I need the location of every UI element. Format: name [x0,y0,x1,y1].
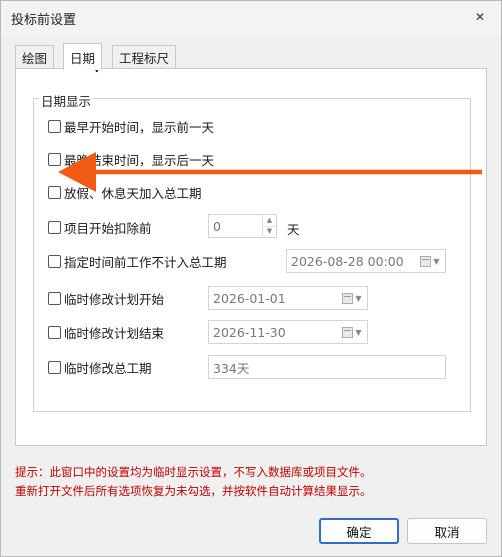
tab-label: 工程标尺 [119,51,170,66]
date-display-group: 日期显示 最早开始时间，显示前一天 最晚结束时间，显示后一天 放假、休息天加入总… [33,91,471,412]
date-dropdown[interactable]: ▼ [337,321,367,343]
plan-start-picker[interactable]: 2026-01-01 ▼ [208,286,368,310]
total-duration-value: 334天 [213,360,250,376]
option-label: 项目开始扣除前 [64,220,152,236]
option-earliest-start[interactable]: 最早开始时间，显示前一天 [48,115,214,137]
close-button[interactable]: ✕ [465,5,495,29]
ok-button[interactable]: 确定 [319,518,399,544]
settings-dialog: 投标前设置 ✕ 绘图 日期 工程标尺 日期显示 最早开始时间，显示前一天 最晚结… [0,0,502,557]
option-label: 临时修改计划开始 [64,291,165,307]
option-deduct-before-start[interactable]: 项目开始扣除前 [48,216,152,238]
option-exclude-before-date[interactable]: 指定时间前工作不计入总工期 [48,250,227,272]
cutoff-datetime-picker[interactable]: 2026-08-28 00:00 ▼ [286,249,446,273]
group-title: 日期显示 [39,91,94,110]
tab-date[interactable]: 日期 [63,43,103,70]
deduct-days-value: 0 [213,218,221,234]
calendar-icon [420,255,432,267]
option-label: 指定时间前工作不计入总工期 [64,254,227,270]
cancel-button[interactable]: 取消 [407,518,487,544]
cancel-label: 取消 [434,524,460,540]
date-dropdown[interactable]: ▼ [337,287,367,309]
hint-line-1: 提示：此窗口中的设置均为临时显示设置，不写入数据库或项目文件。 [15,465,372,479]
option-holiday-in-duration[interactable]: 放假、休息天加入总工期 [48,181,202,203]
checkbox[interactable] [48,220,61,234]
chevron-down-icon: ▼ [433,256,440,266]
tab-panel-date: 日期显示 最早开始时间，显示前一天 最晚结束时间，显示后一天 放假、休息天加入总… [15,68,487,446]
stepper-down-icon[interactable]: ▼ [263,227,276,238]
option-temp-plan-start[interactable]: 临时修改计划开始 [48,287,164,309]
total-duration-field[interactable]: 334天 [208,355,446,379]
checkbox[interactable] [48,360,61,374]
deduct-days-stepper[interactable]: 0 ▲ ▼ [208,214,277,238]
option-label: 临时修改总工期 [64,360,152,376]
option-label: 最早开始时间，显示前一天 [64,119,215,135]
option-label: 最晚结束时间，显示后一天 [64,152,215,168]
cutoff-datetime-value: 2026-08-28 00:00 [291,253,404,269]
plan-end-picker[interactable]: 2026-11-30 ▼ [208,320,368,344]
checkbox[interactable] [48,119,61,133]
hint-line-2: 重新打开文件后所有选项恢复为未勾选，并按软件自动计算结果显示。 [15,484,372,498]
option-temp-total-duration[interactable]: 临时修改总工期 [48,356,152,378]
stepper-up-icon[interactable]: ▲ [263,215,276,227]
close-icon: ✕ [474,10,486,24]
option-label: 放假、休息天加入总工期 [64,185,202,201]
calendar-icon [342,292,354,304]
tab-drawing[interactable]: 绘图 [15,45,55,69]
dialog-title: 投标前设置 [11,13,77,28]
checkbox[interactable] [48,254,61,268]
plan-end-value: 2026-11-30 [213,324,286,340]
tab-label: 绘图 [22,51,48,66]
ok-label: 确定 [346,524,372,540]
tab-ruler[interactable]: 工程标尺 [112,45,177,69]
stepper-buttons[interactable]: ▲ ▼ [262,215,276,237]
plan-start-value: 2026-01-01 [213,290,286,306]
calendar-icon [342,326,354,338]
option-latest-end[interactable]: 最晚结束时间，显示后一天 [48,148,214,170]
chevron-down-icon: ▼ [355,327,362,337]
chevron-down-icon: ▼ [355,293,362,303]
checkbox[interactable] [48,185,61,199]
tab-bar: 绘图 日期 工程标尺 [15,43,485,70]
deduct-days-unit: 天 [287,222,300,237]
option-temp-plan-end[interactable]: 临时修改计划结束 [48,321,164,343]
tab-label: 日期 [70,50,96,66]
title-bar: 投标前设置 ✕ [1,1,501,35]
checkbox[interactable] [48,325,61,339]
checkbox[interactable] [48,152,61,166]
checkbox[interactable] [48,291,61,305]
option-label: 临时修改计划结束 [64,325,165,341]
datetime-dropdown[interactable]: ▼ [415,250,445,272]
